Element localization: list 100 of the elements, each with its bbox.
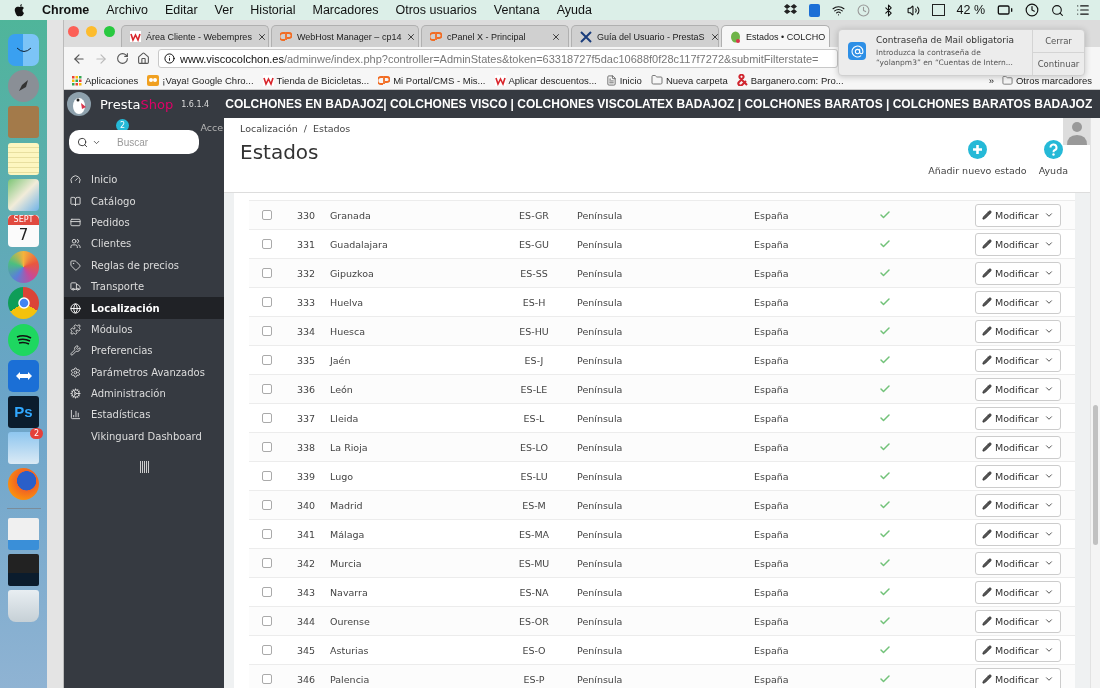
edit-button[interactable]: Modificar [975, 377, 1061, 401]
edit-button[interactable]: Modificar [975, 435, 1061, 459]
caret-icon[interactable] [1044, 529, 1054, 539]
close-icon[interactable] [256, 31, 267, 42]
search-icon[interactable] [77, 136, 88, 148]
browser-tab[interactable]: cPanel X - Principal [421, 25, 569, 47]
row-checkbox[interactable] [262, 297, 272, 307]
caret-icon[interactable] [1044, 471, 1054, 481]
caret-icon[interactable] [1044, 645, 1054, 655]
bookmark[interactable]: Inicio [605, 75, 642, 86]
time-machine-icon[interactable] [856, 3, 870, 17]
edit-button[interactable]: Modificar [975, 464, 1061, 488]
row-checkbox[interactable] [262, 645, 272, 655]
bookmark[interactable]: Mi Portal/CMS - Mis... [378, 75, 486, 86]
sidebar-item[interactable]: Catálogo [64, 190, 224, 212]
zoom-window-button[interactable] [104, 26, 115, 37]
sidebar-item[interactable]: Reglas de precios [64, 254, 224, 276]
menu-item[interactable]: Marcadores [312, 3, 379, 17]
edit-button[interactable]: Modificar [975, 609, 1061, 633]
table-row[interactable]: 341 Málaga ES-MA Península España Modificar [249, 519, 1075, 548]
close-icon[interactable] [551, 31, 561, 42]
app-menu[interactable]: Chrome [42, 3, 90, 17]
table-row[interactable]: 339 Lugo ES-LU Península España Modificar [249, 461, 1075, 490]
row-checkbox[interactable] [262, 355, 272, 365]
calendar-icon[interactable]: SEPT 7 [8, 214, 39, 247]
edit-button[interactable]: Modificar [975, 348, 1061, 372]
edit-button[interactable]: Modificar [975, 232, 1061, 256]
row-checkbox[interactable] [262, 529, 272, 539]
spotify-icon[interactable] [8, 323, 39, 356]
bookmark[interactable]: Aplicar descuentos... [494, 75, 597, 86]
help-button[interactable]: Ayuda [1038, 140, 1068, 176]
menu-item[interactable]: Archivo [106, 3, 148, 17]
check-icon[interactable] [879, 528, 891, 540]
address-bar[interactable]: www.viscocolchon.es/adminwe/index.php?controller=AdminStates&token=63318727f5dac10688f0f28c117f7272&submitFilterstate= [158, 49, 838, 68]
check-icon[interactable] [879, 441, 891, 453]
collapse-handle-icon[interactable] [139, 461, 149, 474]
bookmark[interactable]: Nueva carpeta [650, 74, 728, 86]
table-row[interactable]: 333 Huelva ES-H Península España Modificar [249, 287, 1075, 316]
forward-icon[interactable] [94, 51, 108, 66]
bookmark-folder[interactable]: Otros marcadores [1001, 75, 1092, 86]
browser-tab[interactable]: Estados • COLCHO [721, 25, 831, 47]
menu-item[interactable]: Ver [214, 3, 234, 17]
apple-logo-icon[interactable] [14, 3, 25, 17]
sidebar-item[interactable]: Estadísticas [64, 404, 224, 426]
edit-button[interactable]: Modificar [975, 551, 1061, 575]
menu-item[interactable]: Historial [250, 3, 296, 17]
back-icon[interactable] [72, 51, 86, 66]
edit-button[interactable]: Modificar [975, 261, 1061, 285]
caret-icon[interactable] [1044, 674, 1054, 684]
volume-icon[interactable] [906, 3, 920, 17]
battery-icon[interactable] [997, 2, 1013, 18]
row-checkbox[interactable] [262, 500, 272, 510]
edit-button[interactable]: Modificar [975, 638, 1061, 662]
breadcrumb-item[interactable]: Localización [240, 123, 298, 134]
caret-icon[interactable] [1044, 384, 1054, 394]
finder-icon[interactable] [8, 34, 39, 66]
browser-tab[interactable]: Área Cliente - Webempres [121, 25, 269, 47]
table-row[interactable]: 330 Granada ES-GR Península España Modificar [249, 200, 1075, 229]
dropbox-icon[interactable] [783, 4, 797, 16]
bookmark[interactable]: ¡Vaya! Google Chro... [147, 75, 254, 86]
row-checkbox[interactable] [262, 210, 272, 220]
row-checkbox[interactable] [262, 268, 272, 278]
menu-item[interactable]: Ventana [493, 3, 540, 17]
table-row[interactable]: 344 Ourense ES-OR Península España Modificar [249, 606, 1075, 635]
caret-icon[interactable] [1044, 268, 1054, 278]
sidebar-item[interactable]: Módulos [64, 318, 224, 341]
check-icon[interactable] [879, 586, 891, 598]
edit-button[interactable]: Modificar [975, 493, 1061, 517]
notepad-icon[interactable] [8, 142, 39, 175]
table-row[interactable]: 336 León ES-LE Península España Modificar [249, 374, 1075, 403]
reload-icon[interactable] [116, 52, 129, 65]
table-row[interactable]: 332 Gipuzkoa ES-SS Península España Modificar [249, 258, 1075, 287]
check-icon[interactable] [879, 209, 891, 221]
check-icon[interactable] [879, 557, 891, 569]
table-row[interactable]: 345 Asturias ES-O Península España Modificar [249, 635, 1075, 664]
sidebar-item[interactable]: Localización [64, 297, 224, 319]
table-row[interactable]: 346 Palencia ES-P Península España Modificar [249, 664, 1075, 688]
edit-button[interactable]: Modificar [975, 580, 1061, 604]
row-checkbox[interactable] [262, 616, 272, 626]
caret-icon[interactable] [1044, 413, 1054, 423]
check-icon[interactable] [879, 238, 891, 250]
close-icon[interactable] [709, 31, 718, 42]
sidebar-item[interactable]: Preferencias [64, 340, 224, 362]
caret-icon[interactable] [1044, 210, 1054, 220]
close-window-button[interactable] [68, 26, 79, 37]
check-icon[interactable] [879, 470, 891, 482]
check-icon[interactable] [879, 499, 891, 511]
home-icon[interactable] [137, 52, 150, 65]
caret-icon[interactable] [1044, 326, 1054, 336]
edit-button[interactable]: Modificar [975, 406, 1061, 430]
table-row[interactable]: 338 La Rioja ES-LO Península España Modificar [249, 432, 1075, 461]
sidebar-item[interactable]: Vikinguard Dashboard [64, 425, 224, 448]
info-icon[interactable] [164, 53, 175, 64]
sidebar-item[interactable]: Inicio [64, 169, 224, 191]
check-icon[interactable] [879, 296, 891, 308]
table-row[interactable]: 331 Guadalajara ES-GU Península España Modificar [249, 229, 1075, 258]
more-bookmarks-chevron[interactable]: » [988, 75, 994, 86]
bookmark[interactable]: Barganero.com: Pro... [736, 74, 844, 86]
quick-access-label[interactable]: Acce [200, 122, 223, 133]
row-checkbox[interactable] [262, 674, 272, 684]
